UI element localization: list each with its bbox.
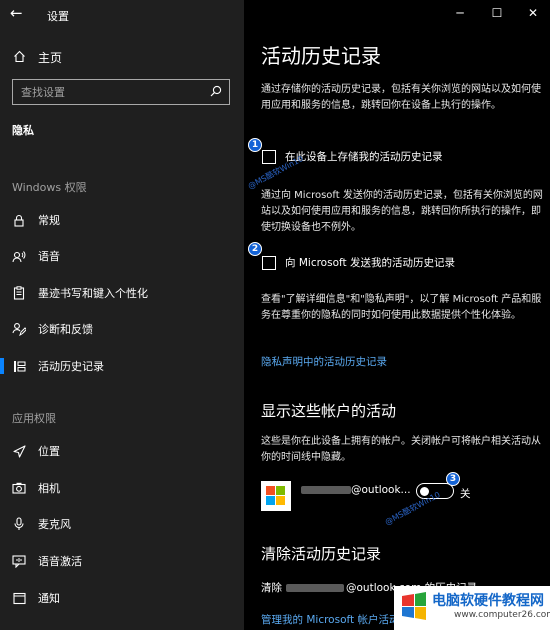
speech-icon xyxy=(12,250,26,263)
microsoft-logo xyxy=(261,481,291,511)
manage-account-activity-link[interactable]: 管理我的 Microsoft 帐户活动 xyxy=(261,612,399,627)
notification-icon xyxy=(12,592,26,605)
feedback-icon xyxy=(12,322,26,336)
nav-item-voice-activation[interactable]: 语音激活 xyxy=(0,547,244,575)
nav-item-label: 通知 xyxy=(38,592,60,605)
nav-item-location[interactable]: 位置 xyxy=(0,437,244,465)
close-icon[interactable]: ✕ xyxy=(523,6,543,20)
nav-item-label: 语音 xyxy=(38,250,60,263)
home-icon xyxy=(12,50,26,66)
windows-permissions-header: Windows 权限 xyxy=(12,181,87,194)
checkbox-box[interactable] xyxy=(262,149,276,164)
privacy-description: 查看"了解详细信息"和"隐私声明"，以了解 Microsoft 产品和服务在尊重… xyxy=(261,294,542,321)
site-url: www.computer26.com xyxy=(454,610,550,620)
lock-icon xyxy=(12,214,26,227)
app-permissions-header: 应用权限 xyxy=(12,412,56,425)
camera-icon xyxy=(12,482,26,494)
account-email-suffix: @outlook... xyxy=(351,484,411,496)
checkbox-box[interactable] xyxy=(262,255,276,270)
nav-item-label: 相机 xyxy=(38,482,60,495)
microphone-icon xyxy=(12,517,26,531)
search-icon[interactable] xyxy=(210,85,222,97)
category-title: 隐私 xyxy=(12,124,34,137)
nav-item-inking-typing[interactable]: 墨迹书写和键入个性化 xyxy=(0,279,244,307)
nav-item-label: 常规 xyxy=(38,214,60,227)
nav-item-label: 活动历史记录 xyxy=(38,360,104,373)
nav-item-speech[interactable]: 语音 xyxy=(0,242,244,270)
nav-item-notifications[interactable]: 通知 xyxy=(0,584,244,612)
timeline-icon xyxy=(12,360,26,373)
redacted-text xyxy=(301,486,351,494)
nav-item-label: 墨迹书写和键入个性化 xyxy=(38,287,148,300)
nav-item-label: 诊断和反馈 xyxy=(38,323,93,336)
title-bar-left: ← 设置 xyxy=(0,0,244,30)
store-history-label: 在此设备上存储我的活动历史记录 xyxy=(285,151,443,163)
back-arrow-icon[interactable]: ← xyxy=(10,4,23,22)
sidebar: ← 设置 主页 隐私 Windows 权限 常规 语音 墨迹书写和键入个性化 xyxy=(0,0,244,630)
home-label: 主页 xyxy=(38,51,63,65)
step-badge-1: 1 xyxy=(248,138,262,152)
nav-item-activity-history[interactable]: 活动历史记录 xyxy=(0,352,244,380)
nav-item-label: 语音激活 xyxy=(38,555,82,568)
main-content: ─ ☐ ✕ 活动历史记录 通过存储你的活动历史记录，包括有关你浏览的网站以及如何… xyxy=(244,0,550,630)
redacted-text xyxy=(286,583,344,592)
maximize-icon[interactable]: ☐ xyxy=(487,6,507,20)
location-icon xyxy=(12,444,26,458)
search-input[interactable] xyxy=(13,80,203,104)
step-badge-2: 2 xyxy=(248,242,262,256)
nav-item-label: 麦克风 xyxy=(38,518,71,531)
account-email: @outlook... xyxy=(301,484,411,496)
step-badge-3: 3 xyxy=(446,472,460,486)
voice-activation-icon xyxy=(12,554,26,568)
send-history-checkbox[interactable]: 向 Microsoft 发送我的活动历史记录 xyxy=(262,255,455,270)
nav-item-camera[interactable]: 相机 xyxy=(0,474,244,502)
clipboard-pen-icon xyxy=(12,286,26,300)
privacy-statement-link[interactable]: 隐私声明中的活动历史记录 xyxy=(261,354,387,369)
accounts-heading: 显示这些帐户的活动 xyxy=(261,402,397,420)
search-box[interactable] xyxy=(12,79,230,105)
clear-prefix: 清除 xyxy=(261,582,282,594)
home-nav-item[interactable]: 主页 xyxy=(12,49,62,66)
intro-text: 通过存储你的活动历史记录，包括有关你浏览的网站以及如何使用应用和服务的信息，跳转… xyxy=(261,84,541,111)
app-title: 设置 xyxy=(47,10,69,23)
clear-history-heading: 清除活动历史记录 xyxy=(261,545,382,563)
nav-item-microphone[interactable]: 麦克风 xyxy=(0,510,244,538)
site-brand-name: 电脑软硬件教程网 xyxy=(432,593,544,609)
site-logo-icon xyxy=(402,592,426,620)
nav-item-general[interactable]: 常规 xyxy=(0,206,244,234)
toggle-state-label: 关 xyxy=(460,488,471,500)
site-logo-watermark: 电脑软硬件教程网 www.computer26.com xyxy=(394,586,550,630)
send-history-label: 向 Microsoft 发送我的活动历史记录 xyxy=(285,257,455,269)
minimize-icon[interactable]: ─ xyxy=(450,6,470,20)
send-description: 通过向 Microsoft 发送你的活动历史记录，包括有关你浏览的网站以及如何使… xyxy=(261,190,543,233)
nav-item-diagnostics[interactable]: 诊断和反馈 xyxy=(0,315,244,343)
nav-item-label: 位置 xyxy=(38,445,60,458)
accounts-description: 这些是你在此设备上拥有的帐户。关闭帐户可将帐户相关活动从你的时间线中隐藏。 xyxy=(261,436,541,463)
page-title: 活动历史记录 xyxy=(261,44,381,68)
